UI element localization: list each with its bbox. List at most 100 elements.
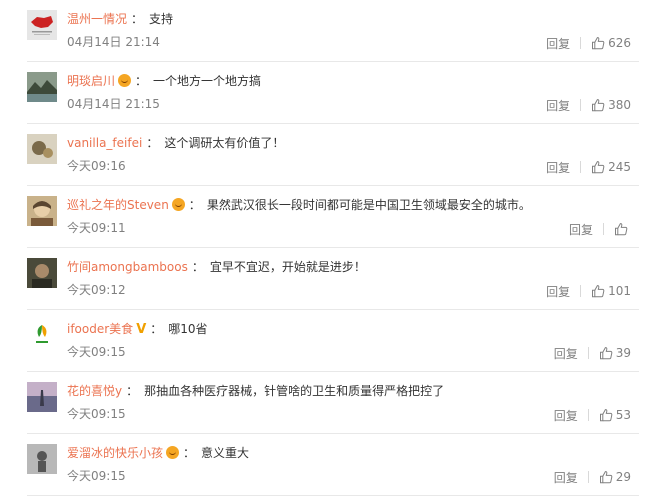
colon-separator: ： bbox=[183, 446, 196, 460]
comment-item: vanilla_feifei ： 这个调研太有价值了！ 今天09:16 回复 245 bbox=[0, 124, 651, 186]
reply-button[interactable]: 回复 bbox=[546, 159, 570, 176]
comment-actions: 回复 53 bbox=[554, 406, 631, 424]
action-divider bbox=[603, 223, 604, 235]
like-button[interactable]: 29 bbox=[599, 470, 631, 484]
comment-line: 竹间amongbamboos： 宜早不宜迟，开始就是进步！ bbox=[67, 259, 639, 275]
username-link[interactable]: 温州一情况 bbox=[67, 12, 127, 26]
like-count: 626 bbox=[608, 36, 631, 50]
comment-text: 哪10省 bbox=[168, 322, 208, 336]
comment-actions: 回复 101 bbox=[546, 282, 631, 300]
like-count: 53 bbox=[615, 408, 631, 422]
smile-emoji-icon bbox=[171, 198, 185, 211]
username-link[interactable]: 花的喜悦y bbox=[67, 384, 122, 398]
like-button[interactable]: 380 bbox=[591, 98, 631, 112]
comment-line: 巡礼之年的Steven ： 果然武汉很长一段时间都可能是中国卫生领域最安全的城市。 bbox=[67, 197, 639, 213]
comment-actions: 回复 39 bbox=[554, 344, 631, 362]
avatar[interactable] bbox=[27, 72, 57, 102]
avatar[interactable] bbox=[27, 382, 57, 412]
smile-emoji-icon bbox=[166, 446, 180, 459]
thumbs-up-icon bbox=[615, 223, 628, 236]
action-divider bbox=[580, 161, 582, 173]
like-button[interactable]: 245 bbox=[591, 160, 631, 174]
thumbs-up-icon bbox=[592, 37, 605, 50]
reply-button[interactable]: 回复 bbox=[554, 469, 578, 486]
comment-item: 明琰启川 ： 一个地方一个地方搞 04月14日 21:15 回复 380 bbox=[0, 62, 651, 124]
action-divider bbox=[580, 285, 582, 297]
colon-separator: ： bbox=[146, 136, 159, 150]
like-button[interactable]: 39 bbox=[599, 346, 631, 360]
comment-item: 竹间amongbamboos： 宜早不宜迟，开始就是进步！ 今天09:12 回复 101 bbox=[0, 248, 651, 310]
avatar[interactable] bbox=[27, 134, 57, 164]
like-button[interactable]: 101 bbox=[591, 284, 631, 298]
like-count: 101 bbox=[608, 284, 631, 298]
comment-line: 温州一情况 ： 支持 bbox=[67, 11, 639, 27]
action-divider bbox=[587, 409, 589, 421]
verified-v-icon: V bbox=[136, 322, 147, 337]
thumbs-up-icon bbox=[592, 285, 605, 298]
comment-line: ifooder美食 V： 哪10省 bbox=[67, 321, 639, 338]
comment-actions: 回复 626 bbox=[546, 34, 631, 52]
username-link[interactable]: ifooder美食 bbox=[67, 322, 133, 336]
username-link[interactable]: 巡礼之年的Steven bbox=[67, 198, 169, 212]
comment-text: 果然武汉很长一段时间都可能是中国卫生领域最安全的城市。 bbox=[206, 198, 531, 212]
username-link[interactable]: 明琰启川 bbox=[67, 74, 115, 88]
comment-actions: 回复 380 bbox=[546, 96, 631, 114]
comment-text: 一个地方一个地方搞 bbox=[153, 74, 262, 88]
comment-line: 明琰启川 ： 一个地方一个地方搞 bbox=[67, 73, 639, 89]
username-link[interactable]: 竹间amongbamboos bbox=[67, 260, 188, 274]
comment-item: 爱溜冰的快乐小孩 ： 意义重大 今天09:15 回复 29 bbox=[0, 434, 651, 496]
thumbs-up-icon bbox=[599, 471, 613, 484]
avatar[interactable] bbox=[27, 444, 57, 474]
username-link[interactable]: vanilla_feifei bbox=[67, 136, 142, 150]
comment-text: 这个调研太有价值了！ bbox=[164, 136, 285, 150]
action-divider bbox=[587, 347, 589, 359]
avatar[interactable] bbox=[27, 10, 57, 40]
comment-list: 温州一情况 ： 支持 04月14日 21:14 回复 626 明琰启川 ： 一个地方一个地方搞 0… bbox=[0, 0, 651, 496]
comment-actions: 回复 bbox=[569, 220, 631, 238]
like-count: 39 bbox=[615, 346, 631, 360]
action-divider bbox=[580, 37, 582, 49]
thumbs-up-icon bbox=[599, 347, 613, 360]
colon-separator: ： bbox=[150, 322, 163, 336]
thumbs-up-icon bbox=[599, 409, 613, 422]
timestamp: 今天09:15 bbox=[67, 407, 126, 421]
smile-emoji-icon bbox=[118, 74, 132, 87]
like-count: 245 bbox=[608, 160, 631, 174]
username-link[interactable]: 爱溜冰的快乐小孩 bbox=[67, 446, 163, 460]
timestamp: 今天09:12 bbox=[67, 283, 126, 297]
timestamp: 04月14日 21:14 bbox=[67, 35, 160, 49]
comment-line: vanilla_feifei ： 这个调研太有价值了！ bbox=[67, 135, 639, 151]
comment-actions: 回复 29 bbox=[554, 468, 631, 486]
timestamp: 今天09:16 bbox=[67, 159, 126, 173]
like-button[interactable] bbox=[614, 222, 631, 236]
comment-item: ifooder美食 V： 哪10省今天09:15 回复 39 bbox=[0, 310, 651, 372]
avatar[interactable] bbox=[27, 258, 57, 288]
thumbs-up-icon bbox=[592, 161, 605, 174]
comment-item: 巡礼之年的Steven ： 果然武汉很长一段时间都可能是中国卫生领域最安全的城市。今… bbox=[0, 186, 651, 248]
avatar[interactable] bbox=[27, 320, 57, 350]
comment-line: 爱溜冰的快乐小孩 ： 意义重大 bbox=[67, 445, 639, 461]
like-count: 380 bbox=[608, 98, 631, 112]
timestamp: 今天09:15 bbox=[67, 345, 126, 359]
reply-button[interactable]: 回复 bbox=[546, 97, 570, 114]
like-button[interactable]: 53 bbox=[599, 408, 631, 422]
comment-text: 宜早不宜迟，开始就是进步！ bbox=[209, 260, 366, 274]
timestamp: 04月14日 21:15 bbox=[67, 97, 160, 111]
comment-text: 意义重大 bbox=[201, 446, 250, 460]
timestamp: 今天09:11 bbox=[67, 221, 126, 235]
reply-button[interactable]: 回复 bbox=[554, 407, 578, 424]
colon-separator: ： bbox=[135, 74, 148, 88]
like-button[interactable]: 626 bbox=[591, 36, 631, 50]
reply-button[interactable]: 回复 bbox=[546, 283, 570, 300]
like-count: 29 bbox=[615, 470, 631, 484]
colon-separator: ： bbox=[131, 12, 144, 26]
action-divider bbox=[587, 471, 589, 483]
action-divider bbox=[580, 99, 582, 111]
reply-button[interactable]: 回复 bbox=[554, 345, 578, 362]
comment-line: 花的喜悦y ： 那抽血各种医疗器械，针管啥的卫生和质量得严格把控了 bbox=[67, 383, 639, 399]
reply-button[interactable]: 回复 bbox=[569, 221, 593, 238]
reply-button[interactable]: 回复 bbox=[546, 35, 570, 52]
comment-item: 花的喜悦y ： 那抽血各种医疗器械，针管啥的卫生和质量得严格把控了 今天09:15 回复… bbox=[0, 372, 651, 434]
comment-item: 温州一情况 ： 支持 04月14日 21:14 回复 626 bbox=[0, 0, 651, 62]
avatar[interactable] bbox=[27, 196, 57, 226]
